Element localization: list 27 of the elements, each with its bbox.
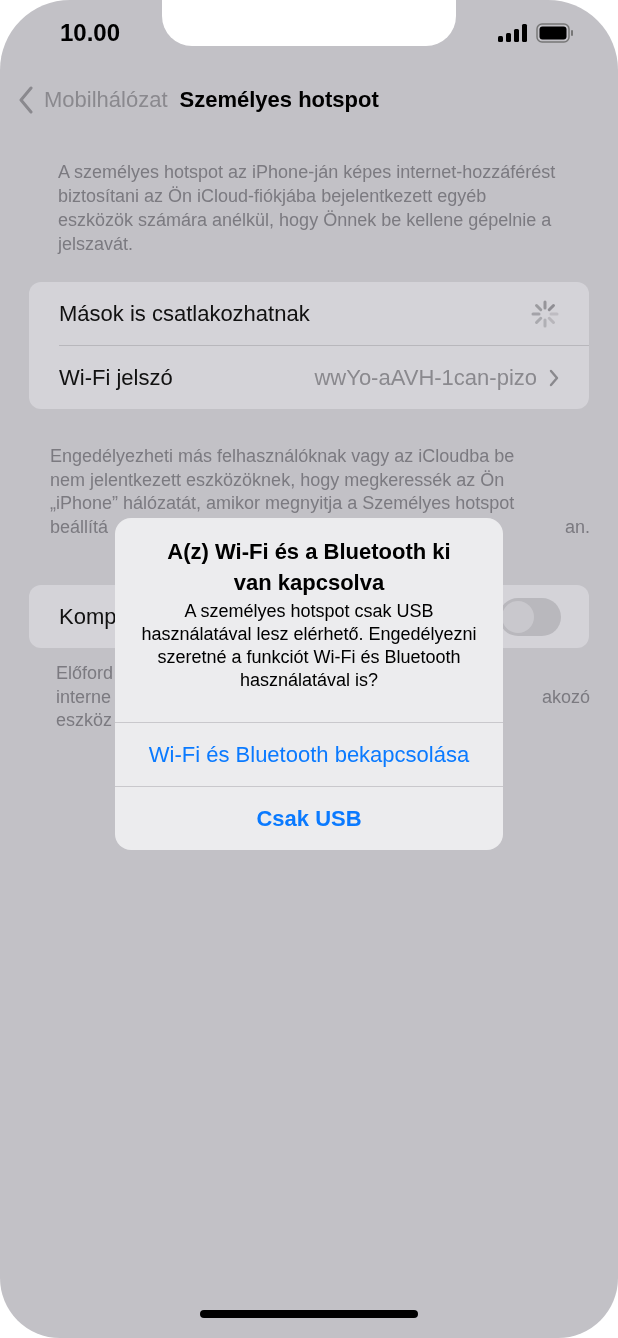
footer-text: an. — [564, 515, 590, 539]
footer-text: nem jelentkezett eszközöknek, hogy megkeressék az Ön — [50, 468, 505, 492]
description-text: A személyes hotspot az iPhone-ján képes internet-hozzáférést biztosítani az Ön iCloud-fiókjába bejelentkezett egyéb eszközök számára anélkül, hogy Önnek be kellene gépelnie a jelszavát. — [56, 161, 557, 256]
signal-icon — [498, 24, 528, 42]
loading-spinner-icon — [531, 299, 559, 328]
setting-label[interactable]: Mások is csatlakozhatnak — [59, 300, 310, 327]
footer-text: Előford — [56, 662, 114, 685]
alert-button[interactable]: Wi-Fi és Bluetooth bekapcsolása — [115, 722, 503, 786]
alert-button[interactable]: Csak USB — [115, 786, 503, 850]
battery-icon — [536, 23, 574, 43]
chevron-right-icon — [549, 368, 559, 387]
footer-text: „iPhone” hálózatát, amikor megnyitja a Személyes hotspot — [50, 492, 515, 515]
setting-label: Komp — [59, 603, 117, 630]
status-time: 10.00 — [60, 19, 121, 47]
alert-title: A(z) Wi-Fi és a Bluetooth ki van kapcsolva — [166, 538, 452, 597]
back-chevron-icon — [18, 86, 34, 114]
footer-text: interne — [56, 685, 112, 709]
footer-text: beállítá — [50, 515, 109, 539]
footer-text: eszköz — [56, 709, 113, 732]
footer-text: Engedélyezheti más felhasználóknak vagy az iCloudba be — [50, 445, 515, 468]
alert-message: A személyes hotspot csak USB használatával lesz elérhető. Engedélyezni szeretné a funkciót Wi-Fi és Bluetooth használatával is? — [140, 600, 478, 692]
setting-label[interactable]: Wi-Fi jelszó — [59, 364, 173, 391]
footer-text: akozó — [541, 685, 590, 709]
password-value[interactable]: wwYo-aAVH-1can-pizo — [314, 364, 537, 391]
page-title: Személyes hotspot — [179, 87, 379, 113]
home-indicator[interactable] — [200, 1310, 418, 1318]
back-link[interactable]: Mobilhálózat — [18, 86, 168, 114]
